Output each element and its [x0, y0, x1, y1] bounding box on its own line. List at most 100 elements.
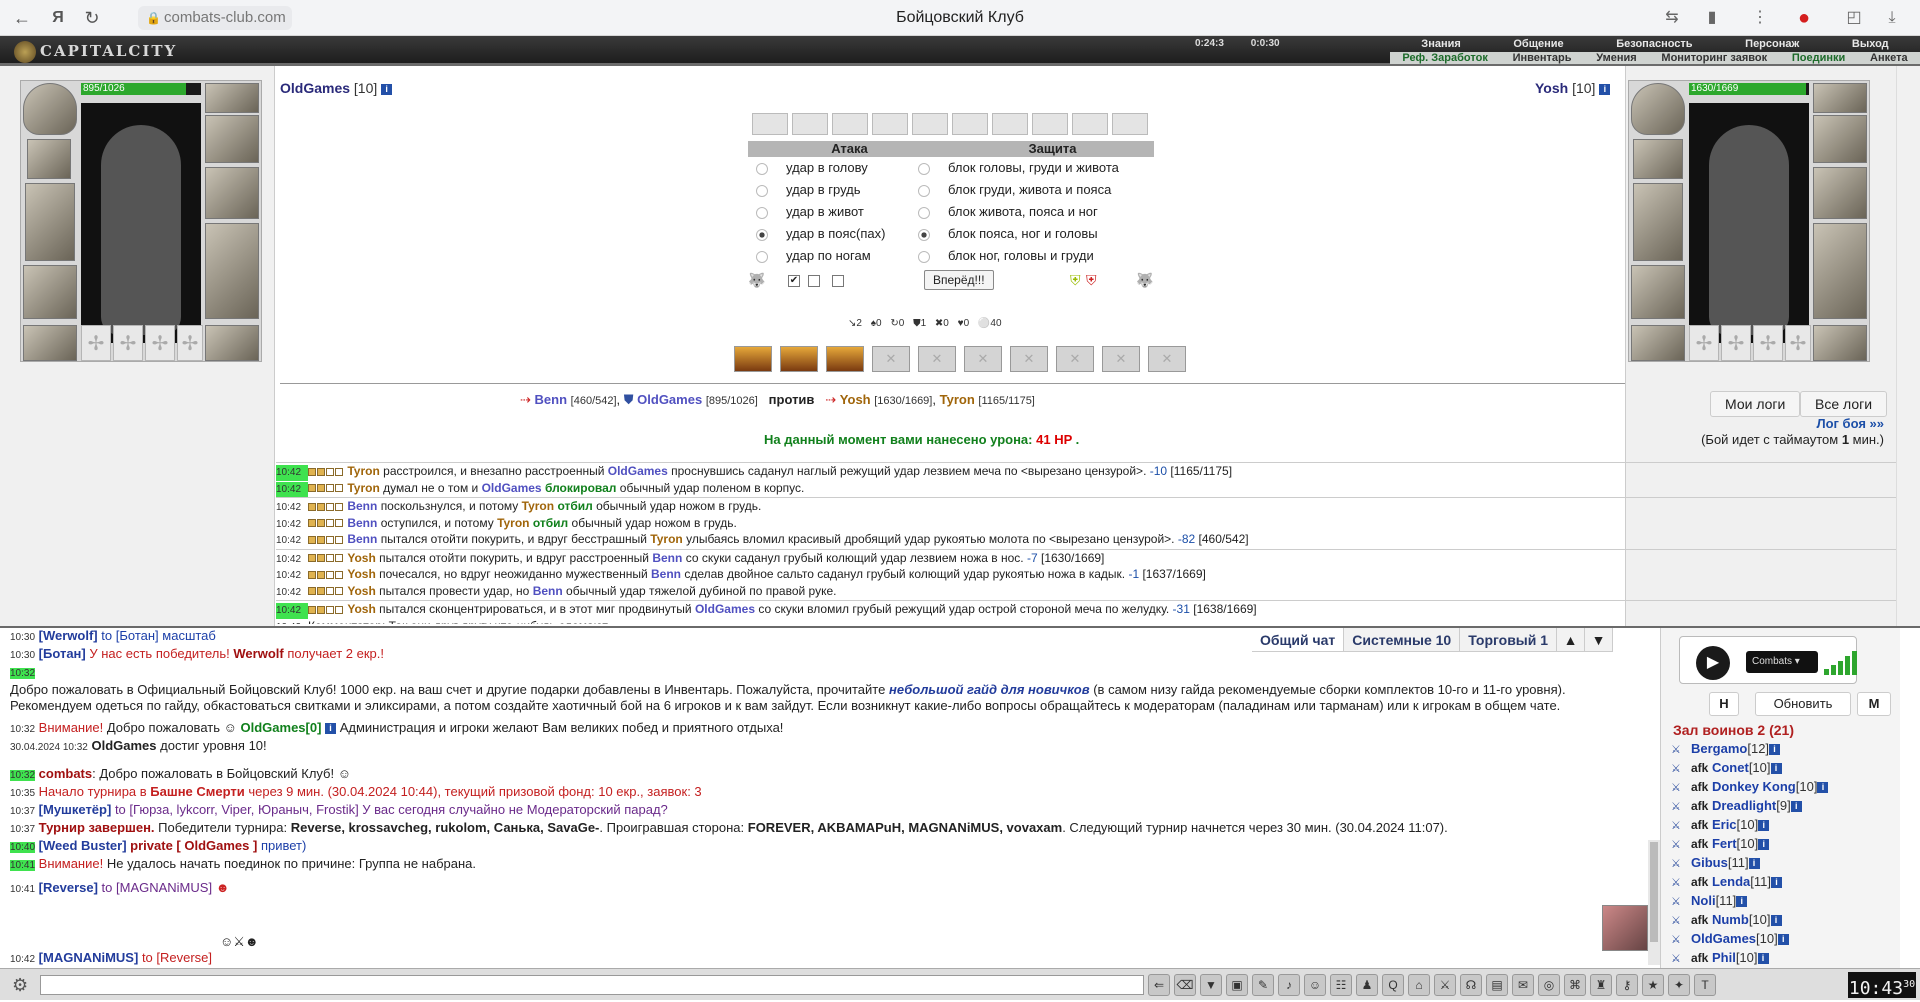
armor-slot[interactable] — [1631, 265, 1685, 319]
player-name[interactable]: Bergamo — [1691, 741, 1747, 756]
chevron-down-icon[interactable]: ▼ — [1585, 628, 1614, 651]
smile-icon[interactable]: ☺ — [1304, 974, 1326, 996]
chevron-up-icon[interactable]: ▲ — [1557, 628, 1586, 651]
player-name[interactable]: Donkey Kong — [1712, 779, 1796, 794]
all-logs-button[interactable]: Все логи — [1800, 391, 1888, 417]
settings-icon[interactable]: T — [1694, 974, 1716, 996]
gloves-slot[interactable] — [205, 115, 259, 163]
weapon-slot[interactable] — [1633, 183, 1683, 261]
page-scrollbar[interactable] — [1896, 66, 1920, 626]
log-text[interactable]: Tyron — [347, 481, 379, 495]
chat-author[interactable]: [Reverse] — [39, 880, 98, 895]
info-icon[interactable]: i — [1770, 763, 1782, 775]
gloves-slot[interactable] — [1813, 115, 1867, 163]
filter-icon[interactable]: ▼ — [1200, 974, 1222, 996]
scroll-slot[interactable] — [872, 113, 908, 135]
spell-slot[interactable] — [734, 346, 772, 372]
vip2-icon[interactable]: ✦ — [1668, 974, 1690, 996]
hall-item[interactable]: ⚔ afk Donkey Kong[10] i — [1671, 778, 1891, 797]
info-icon[interactable]: i — [1817, 782, 1829, 794]
fighter-name[interactable]: Yosh — [840, 392, 871, 407]
fighter-name[interactable]: Benn — [535, 392, 568, 407]
log-text[interactable]: Benn — [533, 584, 563, 598]
scroll-slot[interactable] — [1112, 113, 1148, 135]
spell-slot[interactable] — [780, 346, 818, 372]
tower-link[interactable]: Башне Смерти — [150, 784, 244, 799]
attack-option[interactable]: удар в пояс(пах) — [748, 223, 918, 245]
fighter-name[interactable]: OldGames — [637, 392, 702, 407]
info-icon[interactable]: i — [1790, 801, 1802, 813]
empty-slot[interactable]: ✢ — [1785, 325, 1811, 361]
info-icon[interactable]: i — [1748, 858, 1760, 870]
log-text[interactable]: Benn — [652, 551, 682, 565]
character-portrait[interactable] — [1602, 905, 1648, 951]
submenu-referral[interactable]: Реф. Заработок — [1402, 52, 1487, 64]
scroll-slot[interactable] — [952, 113, 988, 135]
bank-icon[interactable]: ⌂ — [1408, 974, 1430, 996]
player-name[interactable]: Eric — [1712, 817, 1737, 832]
player-name[interactable]: Conet — [1712, 760, 1749, 775]
empty-slot[interactable]: ✢ — [1689, 325, 1719, 361]
checkbox-1[interactable]: ✔ — [788, 275, 800, 287]
hall-item[interactable]: ⚔ afk Dreadlight[9] i — [1671, 797, 1891, 816]
block-option[interactable]: блок живота, пояса и ног — [918, 201, 1154, 223]
scroll-thumb[interactable] — [1650, 842, 1658, 942]
checkbox-3[interactable] — [832, 275, 844, 287]
helmet-slot[interactable] — [23, 83, 77, 135]
menu-communication[interactable]: Общение — [1513, 38, 1563, 51]
log-text[interactable]: Tyron — [497, 516, 529, 530]
radio-station-select[interactable]: Combats ▾ — [1746, 651, 1818, 673]
log-text[interactable]: Benn — [347, 499, 377, 513]
tab-system[interactable]: Системные 10 — [1344, 628, 1461, 651]
info-icon[interactable]: i — [1770, 877, 1782, 889]
shield-slot[interactable] — [1813, 167, 1867, 219]
log-text[interactable]: Yosh — [347, 602, 375, 616]
log-text[interactable]: Tyron — [650, 532, 682, 546]
opera-icon[interactable]: ● — [1792, 6, 1816, 30]
legs-slot[interactable] — [1813, 223, 1867, 319]
block-radio[interactable] — [918, 184, 930, 197]
chat-winner[interactable]: Werwolf — [233, 646, 283, 661]
menu-security[interactable]: Безопасность — [1616, 38, 1692, 51]
extensions-icon[interactable]: ◰ — [1842, 6, 1866, 30]
player-name[interactable]: Noli — [1691, 893, 1716, 908]
download-icon[interactable]: ⤓ — [1880, 6, 1904, 30]
boots-slot[interactable] — [205, 325, 259, 361]
spell-slot[interactable]: ✕ — [872, 346, 910, 372]
submenu-battles[interactable]: Поединки — [1792, 52, 1845, 64]
attack-option[interactable]: удар в живот — [748, 201, 918, 223]
go-button[interactable]: Вперёд!!! — [924, 270, 994, 290]
bookmark-icon[interactable]: ▮ — [1700, 6, 1724, 30]
chat-author[interactable]: [Werwolf] — [39, 628, 98, 643]
attack-option[interactable]: удар по ногам — [748, 245, 918, 267]
scroll-slot[interactable] — [912, 113, 948, 135]
chat-author[interactable]: [Ботан] — [39, 646, 86, 661]
chat-recipient[interactable]: [Ботан] — [116, 628, 159, 643]
menu-character[interactable]: Персонаж — [1745, 38, 1799, 51]
log-text[interactable]: Benn — [651, 567, 681, 581]
player-name[interactable]: Numb — [1712, 912, 1749, 927]
attack-radio[interactable] — [756, 162, 768, 175]
hall-item[interactable]: ⚔ Gibus[11] i — [1671, 854, 1891, 873]
empty-slot[interactable]: ✢ — [145, 325, 175, 361]
checkbox-2[interactable] — [808, 275, 820, 287]
log-text[interactable]: Yosh — [347, 584, 375, 598]
empty-slot[interactable]: ✢ — [1753, 325, 1783, 361]
empty-slot[interactable]: ✢ — [177, 325, 203, 361]
volume-icon[interactable] — [1824, 649, 1860, 675]
legs-slot[interactable] — [205, 223, 259, 319]
scroll-slot[interactable] — [992, 113, 1028, 135]
empty-slot[interactable]: ✢ — [113, 325, 143, 361]
player-name[interactable]: Gibus — [1691, 855, 1728, 870]
save-icon[interactable]: ▣ — [1226, 974, 1248, 996]
hall-item[interactable]: ⚔ afk Fert[10] i — [1671, 835, 1891, 854]
hall-item[interactable]: ⚔ OldGames[10] i — [1671, 930, 1891, 949]
submenu-skills[interactable]: Умения — [1596, 52, 1636, 64]
empty-slot[interactable]: ✢ — [81, 325, 111, 361]
amulet-slot[interactable] — [1813, 83, 1867, 113]
menu-dots-icon[interactable]: ⋮ — [1748, 6, 1772, 30]
book-icon[interactable]: ▤ — [1486, 974, 1508, 996]
fighter-name[interactable]: Tyron — [940, 392, 975, 407]
chat-author[interactable]: [Weed Buster] — [39, 838, 127, 853]
attack-radio[interactable] — [756, 228, 768, 241]
